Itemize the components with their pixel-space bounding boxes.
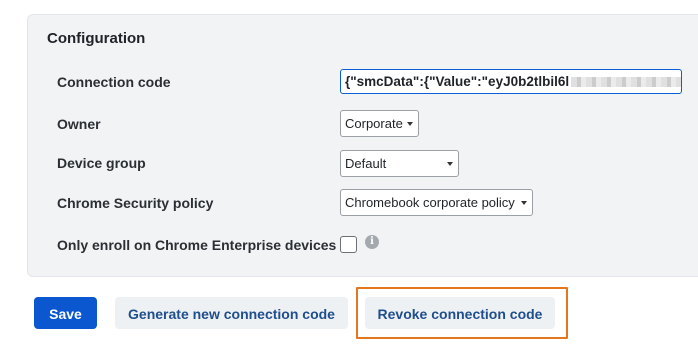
owner-select[interactable]: Corporate: [340, 110, 419, 137]
redacted-text: [571, 77, 681, 88]
info-icon[interactable]: i: [365, 235, 379, 249]
panel-title: Configuration: [47, 30, 146, 47]
security-policy-label: Chrome Security policy: [57, 195, 214, 211]
connection-code-field[interactable]: {"smcData":{"Value":"eyJ0b2tlbil6l: [340, 69, 682, 94]
owner-label: Owner: [57, 116, 101, 132]
enroll-only-label: Only enroll on Chrome Enterprise devices: [57, 237, 337, 253]
chevron-down-icon: [521, 201, 527, 205]
device-group-label: Device group: [57, 155, 146, 171]
enroll-only-checkbox[interactable]: [340, 236, 357, 253]
device-group-selected-value: Default: [345, 156, 387, 171]
chevron-down-icon: [447, 162, 453, 166]
security-policy-selected-value: Chromebook corporate policy: [345, 195, 515, 210]
save-button[interactable]: Save: [34, 297, 97, 329]
security-policy-select[interactable]: Chromebook corporate policy: [340, 189, 533, 216]
connection-code-value: {"smcData":{"Value":"eyJ0b2tlbil6l: [345, 74, 570, 89]
chevron-down-icon: [407, 122, 413, 126]
highlight-box: [356, 287, 568, 339]
owner-selected-value: Corporate: [345, 116, 403, 131]
connection-code-label: Connection code: [57, 74, 171, 90]
generate-connection-code-button[interactable]: Generate new connection code: [115, 297, 348, 329]
device-group-select[interactable]: Default: [340, 150, 459, 177]
